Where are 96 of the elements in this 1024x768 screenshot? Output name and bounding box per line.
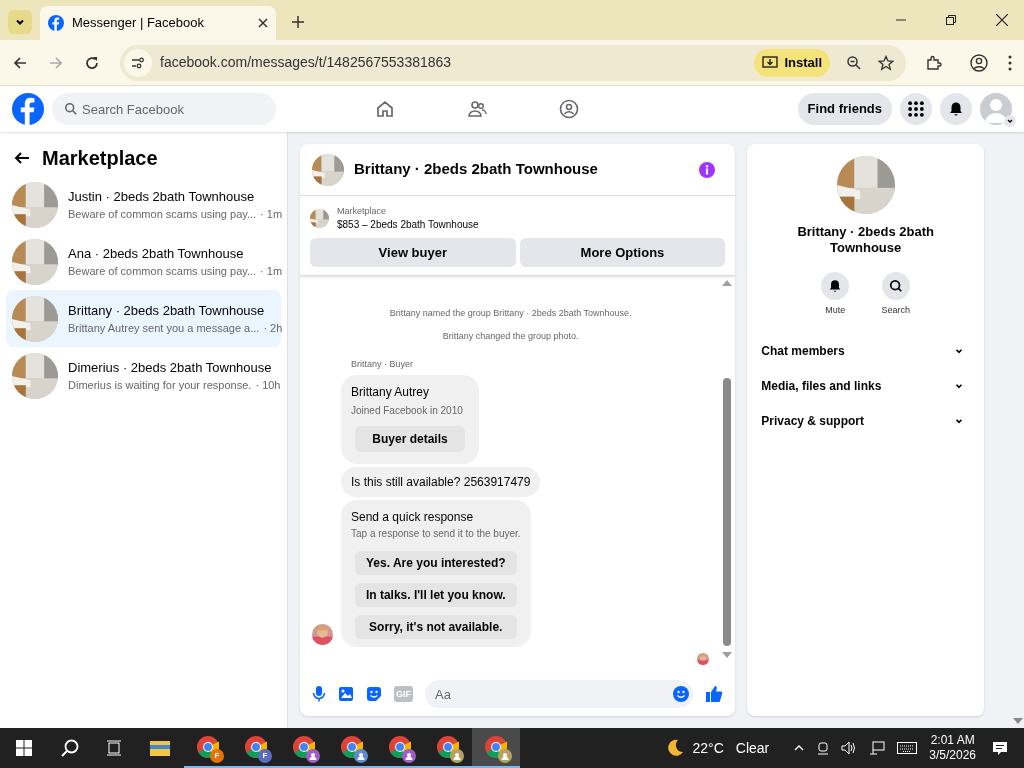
search-icon[interactable] [60, 738, 80, 758]
quick-response-title: Send a quick response [351, 508, 475, 526]
restore-icon[interactable] [946, 15, 956, 25]
section-toggle[interactable]: Media, files and links [759, 368, 972, 404]
grid-icon [908, 101, 924, 117]
home-icon[interactable] [374, 99, 395, 119]
install-button[interactable]: Install [754, 48, 830, 77]
clock-date: 3/5/2026 [929, 748, 976, 763]
listing-action-button[interactable]: View buyer [310, 238, 516, 267]
buyer-details-button[interactable]: Buyer details [355, 425, 465, 452]
info-icon[interactable] [699, 161, 716, 178]
facebook-logo-icon[interactable] [12, 93, 44, 125]
speaker-icon[interactable] [841, 741, 858, 755]
close-window-icon[interactable] [996, 14, 1008, 26]
quick-response-button[interactable]: In talks. I'll let you know. [355, 582, 517, 607]
microphone-icon[interactable] [312, 686, 326, 702]
system-message: Brittany changed the group photo. [442, 331, 579, 342]
message-preview: Brittany Autrey sent you a message a... [68, 321, 260, 336]
keyboard-icon[interactable] [897, 742, 918, 754]
joined-text: Joined Facebook in 2010 [351, 403, 463, 418]
sender-label: Brittany · Buyer [351, 358, 414, 371]
browser-tab[interactable]: Messenger | Facebook [40, 6, 276, 40]
star-icon[interactable] [878, 54, 894, 71]
message-preview: Beware of common scams using pay... [68, 207, 257, 222]
like-icon[interactable] [705, 685, 724, 703]
windows-start-icon[interactable] [16, 740, 32, 756]
reload-icon[interactable] [84, 54, 100, 71]
profile-icon[interactable] [970, 53, 988, 72]
site-settings-icon[interactable] [124, 48, 152, 77]
image-icon[interactable] [338, 686, 354, 702]
section-toggle[interactable]: Privacy & support [759, 403, 972, 439]
message-preview: Dimerius is waiting for your response. [68, 378, 252, 393]
back-arrow-icon[interactable] [14, 150, 30, 166]
quick-response-hint: Tap a response to send it to the buyer. [351, 526, 521, 541]
quick-response-button[interactable]: Sorry, it's not available. [355, 614, 517, 639]
conversation-name: Ana · 2beds 2bath Townhouse [68, 244, 245, 263]
message-time: · 2h [263, 321, 283, 336]
new-tab-icon[interactable] [292, 16, 304, 28]
buyer-name: Brittany Autrey [351, 383, 430, 401]
message-bubble: Is this still available? 2563917479 [341, 466, 541, 497]
back-arrow-icon[interactable] [12, 54, 28, 71]
emoji-icon[interactable] [673, 686, 690, 702]
weather-condition: Clear [735, 738, 770, 758]
listing-action-button[interactable]: More Options [519, 238, 726, 267]
search-field[interactable]: Search Facebook [52, 93, 276, 125]
conversation-item[interactable]: Brittany · 2beds 2bath Townhouse Brittany Autrey sent you a message a... · 2h [6, 290, 281, 347]
facebook-logo-icon [48, 15, 64, 31]
bell-icon [948, 101, 964, 117]
scroll-down-icon[interactable] [1013, 718, 1023, 724]
install-icon [762, 54, 779, 71]
search-icon [64, 102, 78, 116]
tab-title: Messenger | Facebook [72, 14, 205, 33]
temperature: 22°C [692, 738, 724, 758]
chat-title: Brittany · 2beds 2bath Townhouse [354, 159, 599, 180]
bell-icon [828, 279, 843, 293]
address-bar[interactable]: facebook.com/messages/t/1482567553381863 Install [120, 44, 906, 81]
conversation-item[interactable]: Dimerius · 2beds 2bath Townhouse Dimerius is waiting for your response. · 10h [6, 347, 281, 404]
quick-response-button[interactable]: Yes. Are you interested? [355, 550, 517, 575]
notifications-button[interactable] [940, 93, 972, 125]
message-time: · 10h [255, 378, 281, 393]
close-icon[interactable] [258, 18, 268, 28]
message-time: · 1m [260, 207, 283, 222]
message-time: · 1m [260, 264, 283, 279]
conversation-name: Dimerius · 2beds 2bath Townhouse [68, 358, 273, 377]
listing-title: $853 – 2beds 2bath Townhouse [337, 218, 479, 232]
scroll-down-icon[interactable] [722, 652, 733, 658]
sticker-icon[interactable] [366, 686, 382, 702]
conversation-title: Brittany · 2beds 2bath Townhouse [796, 224, 935, 256]
browser-icon[interactable] [472, 728, 520, 768]
apps-menu-button[interactable] [900, 93, 932, 125]
camera-icon [817, 741, 830, 755]
message-preview: Beware of common scams using pay... [68, 264, 257, 279]
friends-icon[interactable] [466, 99, 487, 119]
sidebar-title: Marketplace [42, 146, 158, 171]
section-toggle[interactable]: Chat members [759, 333, 972, 369]
groups-icon[interactable] [558, 99, 579, 119]
url-text: facebook.com/messages/t/1482567553381863 [160, 53, 453, 72]
scroll-up-icon[interactable] [722, 280, 733, 286]
notification-icon[interactable] [992, 740, 1008, 756]
find-friends-button[interactable]: Find friends [797, 93, 892, 125]
network-icon[interactable] [869, 741, 886, 755]
message-input[interactable]: Aa [425, 680, 694, 708]
conversation-name: Brittany · 2beds 2bath Townhouse [68, 301, 266, 320]
tab-list-button[interactable] [8, 10, 32, 34]
menu-icon[interactable] [1008, 54, 1012, 71]
scrollbar-thumb[interactable] [723, 378, 732, 646]
conversation-item[interactable]: Ana · 2beds 2bath Townhouse Beware of common scams using pay... · 1m [6, 233, 281, 290]
zoom-icon[interactable] [846, 54, 862, 71]
extensions-icon[interactable] [926, 54, 942, 71]
search-icon [888, 279, 903, 293]
clock-time: 2:01 AM [930, 733, 975, 748]
listing-source: Marketplace [337, 205, 388, 218]
conversation-item[interactable]: Justin · 2beds 2bath Townhouse Beware of common scams using pay... · 1m [6, 176, 281, 233]
task-view-icon[interactable] [106, 740, 122, 756]
system-message: Brittany named the group Brittany · 2beds 2bath Townhouse. [389, 308, 632, 319]
conversation-name: Justin · 2beds 2bath Townhouse [68, 187, 256, 206]
